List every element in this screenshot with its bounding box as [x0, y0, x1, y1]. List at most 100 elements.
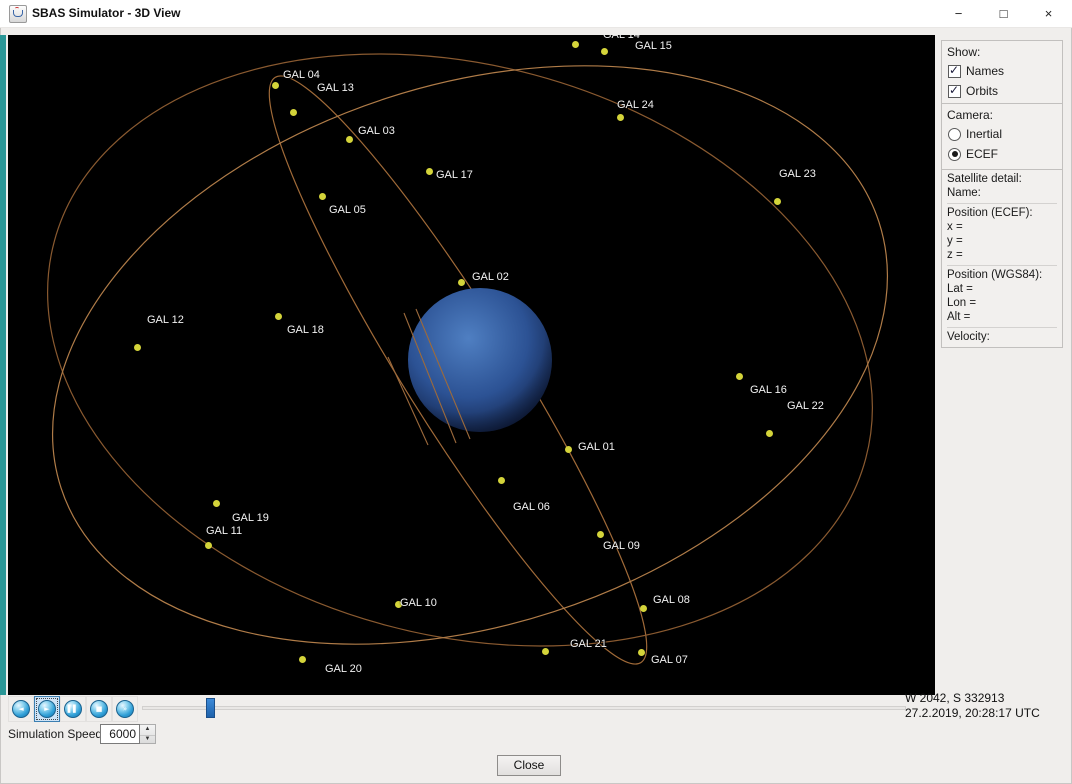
- satellite-label: GAL 06: [513, 501, 550, 513]
- checkbox-label: Names: [966, 64, 1005, 78]
- earth: [408, 288, 552, 432]
- satellite-dot[interactable]: [640, 605, 647, 612]
- satellite-label: GAL 04: [283, 69, 320, 81]
- satellite-label: GAL 05: [329, 204, 366, 216]
- satellite-dot[interactable]: [498, 477, 505, 484]
- satellite-dot[interactable]: [542, 648, 549, 655]
- satellite-label: GAL 01: [578, 441, 615, 453]
- camera-group: Camera: Inertial ECEF: [941, 103, 1063, 171]
- java-app-icon: [9, 5, 27, 23]
- stop-icon: ■: [90, 700, 108, 718]
- radio-label: ECEF: [966, 147, 999, 161]
- close-window-button[interactable]: ×: [1026, 0, 1071, 27]
- satellite-dot[interactable]: [134, 344, 141, 351]
- detail-section: Satellite detail: Name:: [947, 170, 1057, 204]
- satellite-dot[interactable]: [426, 168, 433, 175]
- detail-section: Velocity:: [947, 328, 1057, 347]
- detail-field-label: Name:: [947, 187, 981, 199]
- detail-field-label: Position (WGS84):: [947, 269, 1043, 281]
- satellite-dot[interactable]: [205, 542, 212, 549]
- show-group: Show: Names Orbits: [941, 40, 1063, 108]
- orbit-3d-canvas[interactable]: GAL 14 GAL 15 GAL 04 GAL 13 GAL 24 GAL 03 GAL …: [8, 35, 935, 695]
- satellite-dot[interactable]: [572, 41, 579, 48]
- radio-icon[interactable]: [948, 147, 961, 161]
- detail-field-label: Satellite detail:: [947, 173, 1022, 185]
- play-button[interactable]: ►: [34, 696, 60, 722]
- pause-button[interactable]: ▌▌: [60, 696, 86, 722]
- detail-field-label: z =: [947, 249, 963, 261]
- minimize-button[interactable]: −: [936, 0, 981, 27]
- satellite-label: GAL 21: [570, 638, 607, 650]
- satellite-dot[interactable]: [597, 531, 604, 538]
- satellite-label: GAL 10: [400, 597, 437, 609]
- simulation-datetime: 27.2.2019, 20:28:17 UTC: [905, 706, 1040, 720]
- detail-field-label: Position (ECEF):: [947, 207, 1033, 219]
- checkbox-names[interactable]: Names: [948, 63, 1057, 78]
- satellite-label: GAL 08: [653, 594, 690, 606]
- fast-forward-icon: »: [116, 700, 134, 718]
- play-backward-icon: ◄: [12, 700, 30, 718]
- fast-forward-button[interactable]: »: [112, 696, 138, 722]
- satellite-label: GAL 13: [317, 82, 354, 94]
- satellite-dot[interactable]: [272, 82, 279, 89]
- pause-icon: ▌▌: [64, 700, 82, 718]
- checkbox-orbits[interactable]: Orbits: [948, 83, 1057, 98]
- satellite-label: GAL 03: [358, 125, 395, 137]
- detail-field-label: Alt =: [947, 311, 971, 323]
- satellite-dot[interactable]: [213, 500, 220, 507]
- show-group-label: Show:: [947, 45, 981, 59]
- detail-section: Position (ECEF): x = y = z =: [947, 204, 1057, 266]
- satellite-dot[interactable]: [299, 656, 306, 663]
- satellite-dot[interactable]: [346, 136, 353, 143]
- satellite-dot[interactable]: [565, 446, 572, 453]
- detail-field-label: Velocity:: [947, 331, 990, 343]
- spinner-buttons: ▲ ▼: [140, 724, 156, 744]
- satellite-dot[interactable]: [617, 114, 624, 121]
- maximize-button[interactable]: □: [981, 0, 1026, 27]
- spinner-down-icon[interactable]: ▼: [140, 735, 155, 745]
- sbas-simulator-window: { "window": { "title": "SBAS Simulator -…: [0, 0, 1072, 784]
- satellite-detail-group: Satellite detail: Name: Position (ECEF): x …: [941, 169, 1063, 348]
- detail-section: Position (WGS84): Lat = Lon = Alt =: [947, 266, 1057, 328]
- satellite-dot[interactable]: [458, 279, 465, 286]
- checkbox-label: Orbits: [966, 84, 999, 98]
- simulation-speed-input[interactable]: 6000: [100, 724, 140, 744]
- time-slider-handle[interactable]: [206, 698, 215, 718]
- play-backward-button[interactable]: ◄: [8, 696, 34, 722]
- satellite-dot[interactable]: [638, 649, 645, 656]
- satellite-label: GAL 15: [635, 40, 672, 52]
- satellite-dot[interactable]: [736, 373, 743, 380]
- simulation-speed-label: Simulation Speed:: [8, 727, 106, 741]
- satellite-label: GAL 23: [779, 168, 816, 180]
- satellite-label: GAL 16: [750, 384, 787, 396]
- satellite-label: GAL 07: [651, 654, 688, 666]
- satellite-dot[interactable]: [601, 48, 608, 55]
- satellite-label: GAL 17: [436, 169, 473, 181]
- checkbox-icon[interactable]: [948, 63, 961, 78]
- radio-ecef[interactable]: ECEF: [948, 147, 1057, 161]
- detail-field-label: Lon =: [947, 297, 977, 309]
- close-button[interactable]: Close: [497, 755, 561, 776]
- checkbox-icon[interactable]: [948, 83, 961, 98]
- radio-icon[interactable]: [948, 127, 961, 141]
- satellite-dot[interactable]: [774, 198, 781, 205]
- satellite-label: GAL 12: [147, 314, 184, 326]
- stop-button[interactable]: ■: [86, 696, 112, 722]
- satellite-dot[interactable]: [319, 193, 326, 200]
- orbits-svg: [47, 53, 888, 665]
- time-slider-track[interactable]: [142, 706, 906, 710]
- radio-inertial[interactable]: Inertial: [948, 127, 1057, 141]
- simulation-speed-spinner: 6000 ▲ ▼: [100, 724, 156, 744]
- satellite-dot[interactable]: [290, 109, 297, 116]
- canvas-accent-strip: [0, 35, 6, 695]
- satellite-label: GAL 19: [232, 512, 269, 524]
- satellite-dot[interactable]: [766, 430, 773, 437]
- satellite-label: GAL 09: [603, 540, 640, 552]
- detail-field-label: Lat =: [947, 283, 973, 295]
- satellite-label: GAL 18: [287, 324, 324, 336]
- satellite-label: GAL 02: [472, 271, 509, 283]
- detail-field-label: x =: [947, 221, 963, 233]
- satellite-dot[interactable]: [275, 313, 282, 320]
- satellite-label: GAL 22: [787, 400, 824, 412]
- satellite-label: GAL 20: [325, 663, 362, 675]
